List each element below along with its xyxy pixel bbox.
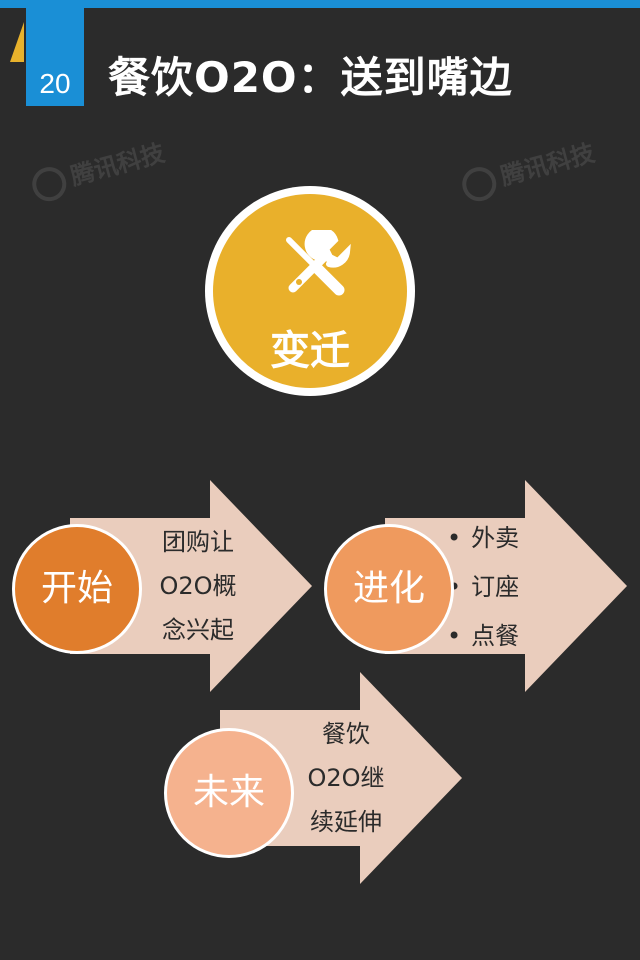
watermark: 腾讯科技 bbox=[457, 133, 598, 205]
tools-icon bbox=[286, 230, 351, 296]
list-item: 订座 bbox=[447, 563, 519, 612]
watermark-logo-icon bbox=[458, 163, 501, 205]
stage-circle-start: 开始 bbox=[12, 524, 142, 654]
stage-description: 餐饮 O2O继 续延伸 bbox=[307, 720, 385, 836]
page-number: 20 bbox=[39, 68, 71, 99]
page-title: 餐饮O2O：送到嘴边 bbox=[108, 53, 513, 102]
corner-flag-decoration bbox=[10, 22, 24, 62]
watermark: 腾讯科技 bbox=[27, 133, 168, 205]
center-label: 变迁 bbox=[270, 328, 350, 374]
stage-description: 团购让 O2O概 念兴起 bbox=[159, 528, 237, 644]
center-badge-inner: 变迁 bbox=[213, 194, 407, 388]
watermark-logo-icon bbox=[28, 163, 71, 205]
stage-circle-future: 未来 bbox=[164, 728, 294, 858]
stage-bullet-list: 外卖 订座 点餐 bbox=[447, 514, 519, 661]
page-number-badge: 20 bbox=[26, 8, 84, 106]
list-item: 点餐 bbox=[447, 612, 519, 661]
center-badge: 变迁 bbox=[205, 186, 415, 396]
stage-circle-evolve: 进化 bbox=[324, 524, 454, 654]
list-item: 外卖 bbox=[447, 514, 519, 563]
top-accent-bar bbox=[0, 0, 640, 8]
